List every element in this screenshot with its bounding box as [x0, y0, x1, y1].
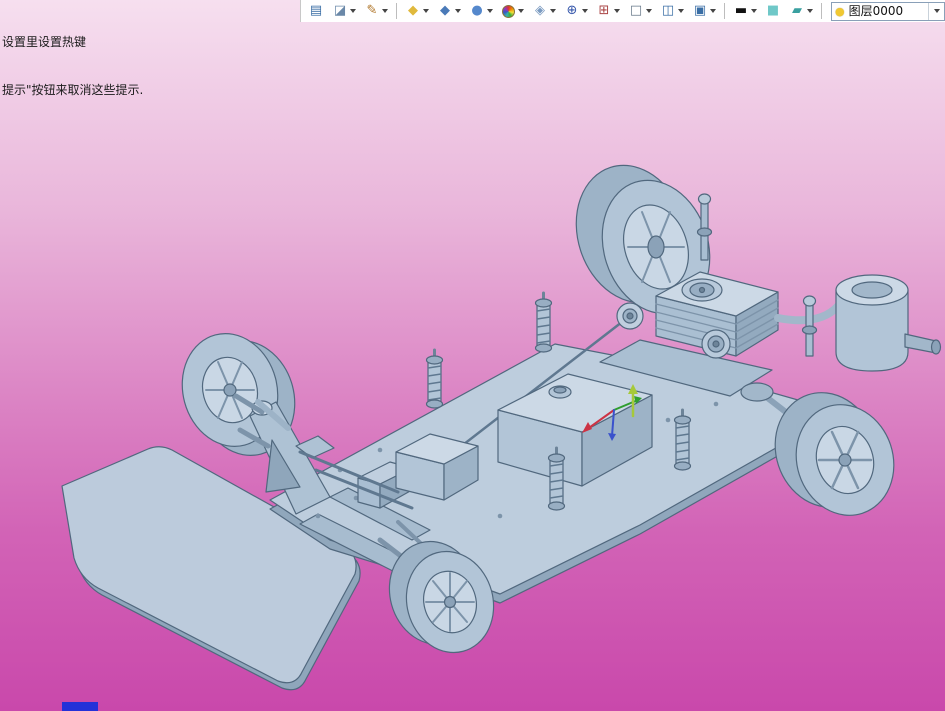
shock-absorber-1	[425, 348, 444, 409]
chevron-down-icon[interactable]	[423, 9, 429, 13]
hint-line-2: 提示"按钮来取消这些提示.	[2, 83, 144, 97]
line-width-icon[interactable]: ▬	[730, 2, 760, 21]
hatch-icon[interactable]: ▰	[786, 2, 816, 21]
line-width-icon-glyph: ▬	[734, 3, 748, 18]
chevron-down-icon	[934, 9, 940, 13]
diff-housing	[740, 382, 774, 402]
layer-combo-value: 图层0000	[848, 3, 904, 18]
plane-icon[interactable]: □	[625, 2, 655, 21]
cyan-swatch-icon-glyph: ■	[766, 3, 780, 18]
export-sheet-icon[interactable]: ▤	[305, 2, 327, 21]
shaded-cube-icon-glyph: ◈	[535, 3, 545, 18]
color-wheel-icon[interactable]	[498, 2, 527, 21]
layer-combo[interactable]: ● 图层0000	[831, 1, 945, 21]
shock-absorber-2	[534, 291, 553, 353]
chevron-down-icon[interactable]	[582, 9, 588, 13]
chevron-down-icon[interactable]	[550, 9, 556, 13]
yellow-cube-icon[interactable]: ◆	[402, 2, 432, 21]
shock-absorber-4	[673, 408, 692, 471]
statusbar-fragment	[62, 702, 98, 711]
toolbar-separator	[396, 3, 397, 19]
plane-icon-glyph: □	[629, 3, 643, 18]
chevron-down-icon[interactable]	[382, 9, 388, 13]
sphere-render-icon[interactable]: ●	[466, 2, 496, 21]
shaded-cube-icon[interactable]: ◈	[529, 2, 559, 21]
brush-icon[interactable]: ✎	[361, 2, 391, 21]
chevron-down-icon[interactable]	[455, 9, 461, 13]
hatch-icon-glyph: ▰	[792, 3, 802, 18]
chevron-down-icon[interactable]	[350, 9, 356, 13]
shock-absorber-3	[547, 446, 566, 511]
move-icon[interactable]: ⊞	[593, 2, 623, 21]
window-icon[interactable]: ◫	[657, 2, 687, 21]
flywheel	[616, 302, 644, 330]
window-icon-glyph: ◫	[661, 3, 675, 18]
target-icon[interactable]: ⊕	[561, 2, 591, 21]
sphere-render-icon-glyph: ●	[471, 3, 483, 18]
yellow-cube-icon-glyph: ◆	[408, 3, 418, 18]
chevron-down-icon[interactable]	[646, 9, 652, 13]
chevron-down-icon[interactable]	[614, 9, 620, 13]
brush-icon-glyph: ✎	[366, 3, 378, 18]
move-icon-glyph: ⊞	[598, 3, 610, 18]
toolbar-separator	[821, 3, 822, 19]
chevron-down-icon[interactable]	[487, 9, 493, 13]
color-wheel-icon-glyph	[502, 4, 515, 18]
blue-cube-icon-glyph: ◆	[440, 3, 450, 18]
layer-combo-dropdown[interactable]	[928, 2, 943, 20]
exhaust-canister	[835, 274, 942, 372]
blue-cube-icon[interactable]: ◆	[434, 2, 464, 21]
cyan-swatch-icon[interactable]: ■	[762, 2, 784, 21]
hint-overlay: 设置里设置热键 提示"按钮来取消这些提示.	[2, 2, 143, 130]
render-style-icon-glyph: ◪	[333, 3, 347, 18]
display-icon-glyph: ▣	[693, 3, 707, 18]
toolbar-separator	[724, 3, 725, 19]
chevron-down-icon[interactable]	[807, 9, 813, 13]
chevron-down-icon[interactable]	[751, 9, 757, 13]
chevron-down-icon[interactable]	[518, 9, 524, 13]
chevron-down-icon[interactable]	[678, 9, 684, 13]
3d-viewport[interactable]: 设置里设置热键 提示"按钮来取消这些提示.	[0, 0, 945, 711]
chevron-down-icon[interactable]	[710, 9, 716, 13]
display-icon[interactable]: ▣	[689, 2, 719, 21]
render-style-icon[interactable]: ◪	[329, 2, 359, 21]
export-sheet-icon-glyph: ▤	[309, 3, 323, 18]
pull-starter	[701, 329, 731, 359]
toolbar-icon-group: ▤ ◪ ✎ ◆ ◆ ● ◈ ⊕ ⊞ □ ◫ ▣ ▬ ■ ▰	[305, 2, 825, 21]
layer-visibility-bulb-icon[interactable]: ●	[835, 5, 845, 18]
target-icon-glyph: ⊕	[566, 3, 578, 18]
hint-line-1: 设置里设置热键	[2, 35, 87, 49]
main-toolbar: ▤ ◪ ✎ ◆ ◆ ● ◈ ⊕ ⊞ □ ◫ ▣ ▬ ■ ▰ ● 图层0000	[300, 0, 945, 22]
